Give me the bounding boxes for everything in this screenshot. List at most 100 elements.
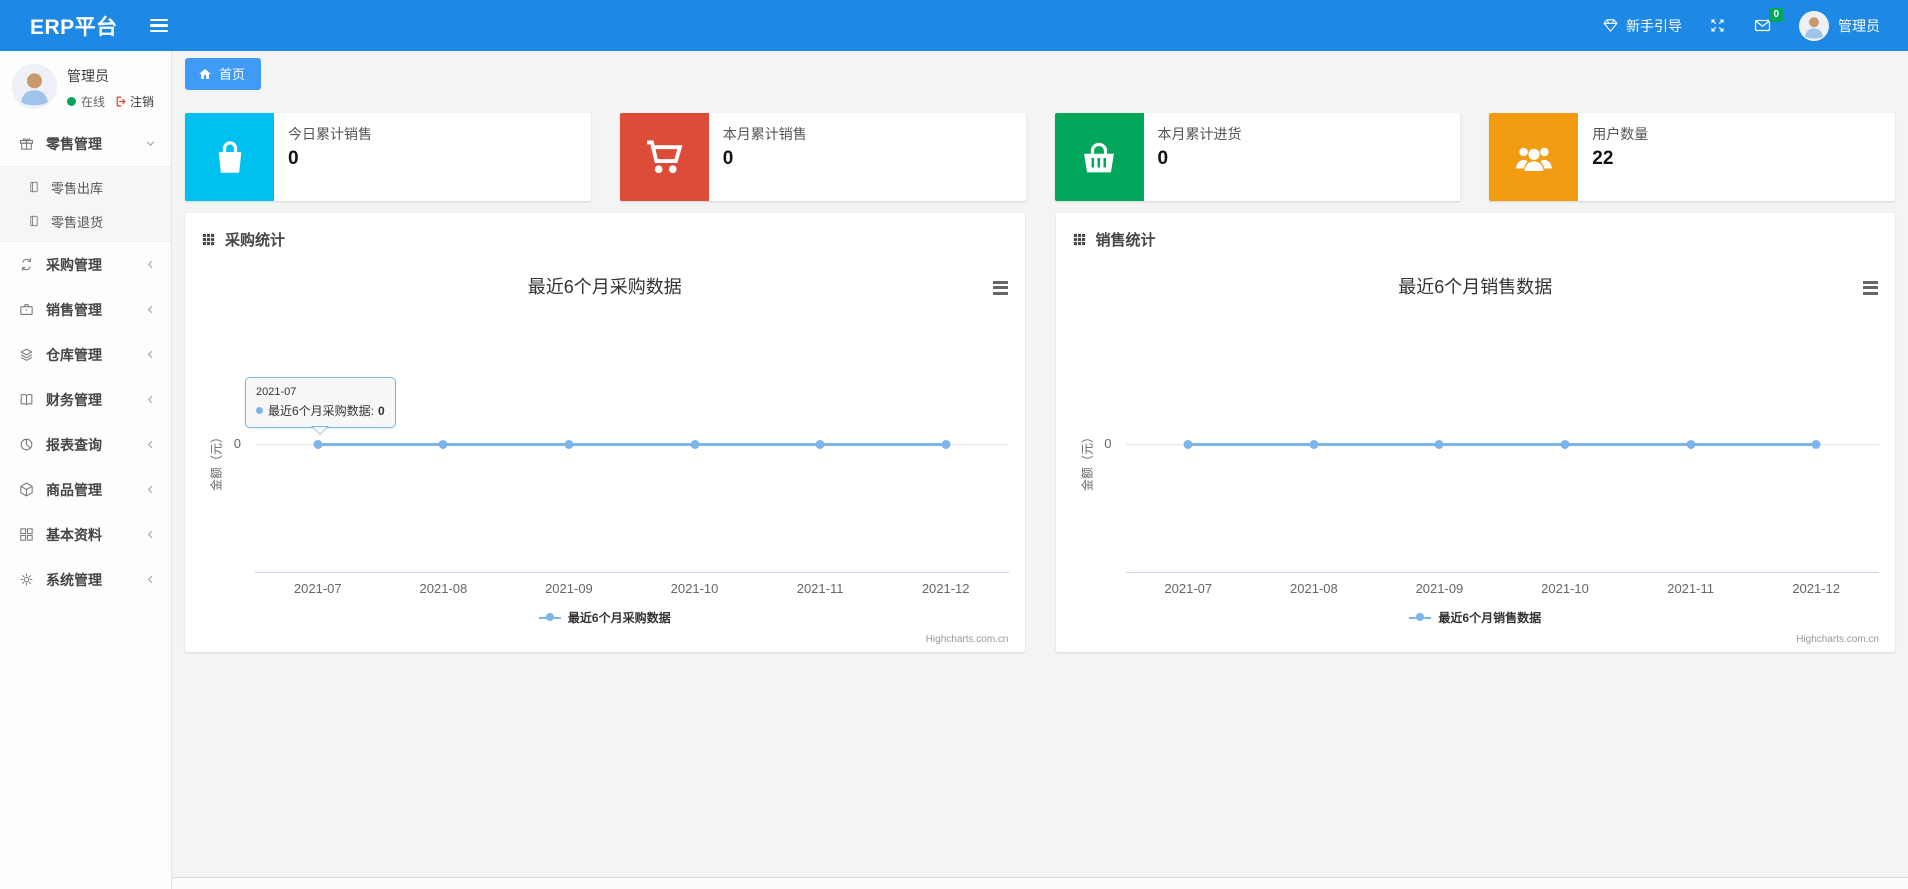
stat-card-month-sales: 本月累计销售 0	[619, 113, 1026, 201]
sidebar: 管理员 在线 注销 零售管理 零售出库 零售退货 采购管理 销售管理 仓库管理 …	[0, 51, 172, 889]
stat-card-label: 今日累计销售	[288, 126, 372, 142]
user-avatar	[1799, 10, 1829, 41]
data-point	[941, 440, 951, 449]
chevron-left-icon	[144, 483, 157, 496]
sign-out-icon	[116, 96, 126, 107]
data-point	[438, 440, 448, 449]
chart-context-menu-button[interactable]	[1863, 278, 1878, 297]
footer-divider	[172, 877, 1908, 889]
message-count-badge: 0	[1769, 8, 1783, 22]
tab-home-label: 首页	[219, 67, 246, 82]
sidebar-item-system[interactable]: 系统管理	[0, 557, 171, 602]
sidebar-item-reports[interactable]: 报表查询	[0, 422, 171, 467]
sidebar-user-panel: 管理员 在线 注销	[0, 51, 171, 121]
grid-icon	[18, 526, 36, 543]
chevron-left-icon	[144, 573, 157, 586]
stat-card-value: 22	[1592, 148, 1614, 169]
pie-chart-icon	[18, 436, 36, 453]
messages-button[interactable]: 0	[1753, 8, 1783, 34]
purchase-chart: 最近6个月采购数据 金额（元） 0 2021-07 最近6个月采购数据: 0 2…	[185, 260, 1025, 652]
chevron-left-icon	[144, 303, 157, 316]
sidebar-item-finance[interactable]: 财务管理	[0, 377, 171, 422]
stat-card-user-count: 用户数量 22	[1489, 113, 1895, 201]
tooltip-value: 0	[378, 403, 385, 418]
stat-card-label: 本月累计销售	[722, 126, 807, 142]
gear-icon	[18, 571, 36, 588]
loop-icon	[18, 256, 36, 273]
file-icon	[27, 180, 42, 194]
legend-marker-icon	[1409, 613, 1432, 622]
gem-icon	[1602, 17, 1619, 34]
box-icon	[18, 481, 36, 498]
home-icon	[198, 67, 212, 81]
navbar-right: 新手引导 0 管理员	[1602, 8, 1880, 41]
book-icon	[18, 391, 36, 408]
file-icon	[27, 214, 42, 228]
sidebar-item-purchase[interactable]: 采购管理	[0, 242, 171, 287]
x-axis-line	[255, 572, 1009, 573]
x-axis-labels: 2021-07 2021-08 2021-09 2021-10 2021-11 …	[293, 581, 970, 596]
sidebar-item-retail[interactable]: 零售管理	[0, 121, 171, 166]
chart-context-menu-button[interactable]	[992, 278, 1008, 297]
chevron-left-icon	[144, 528, 157, 541]
x-axis-line	[1125, 572, 1879, 573]
online-status-dot	[67, 97, 76, 106]
guide-link[interactable]: 新手引导	[1602, 16, 1682, 36]
sidebar-item-sales[interactable]: 销售管理	[0, 287, 171, 332]
chart-tooltip: 2021-07 最近6个月采购数据: 0	[245, 377, 396, 435]
chart-panels-row: 采购统计 最近6个月采购数据 金额（元） 0 2021-07 最近6个月采购数据…	[185, 213, 1895, 652]
x-axis-labels: 2021-07 2021-08 2021-09 2021-10 2021-11 …	[1164, 581, 1841, 596]
main-content: 首页 今日累计销售 0 本月累计销售 0 本月累计进货 0 用户数量 22 采购…	[172, 51, 1908, 877]
legend-label: 最近6个月采购数据	[567, 611, 671, 625]
data-point	[1560, 440, 1570, 449]
y-axis-tick: 0	[233, 436, 241, 451]
sales-stats-panel: 销售统计 最近6个月销售数据 金额（元） 0 2021-07 2021-08 2…	[1055, 213, 1896, 652]
shopping-basket-icon	[1054, 113, 1144, 201]
chevron-left-icon	[144, 438, 157, 451]
data-point	[1434, 440, 1444, 449]
app-logo[interactable]: ERP平台	[30, 11, 118, 41]
users-icon	[1489, 113, 1579, 201]
sidebar-item-retail-return[interactable]: 零售退货	[0, 204, 171, 238]
sidebar-user-name: 管理员	[67, 68, 109, 84]
chart-title: 最近6个月销售数据	[1398, 277, 1553, 297]
chevron-left-icon	[144, 348, 157, 361]
briefcase-icon	[18, 301, 36, 318]
chevron-left-icon	[144, 393, 157, 406]
highcharts-credits[interactable]: Highcharts.com.cn	[1796, 634, 1879, 645]
sidebar-toggle-button[interactable]	[144, 10, 174, 42]
fullscreen-button[interactable]	[1709, 17, 1726, 34]
logout-link[interactable]: 注销	[114, 93, 154, 110]
sidebar-user-avatar	[12, 64, 57, 109]
stat-card-value: 0	[1157, 148, 1169, 169]
chart-title: 最近6个月采购数据	[527, 277, 682, 297]
purchase-stats-panel: 采购统计 最近6个月采购数据 金额（元） 0 2021-07 最近6个月采购数据…	[185, 213, 1025, 652]
stat-card-month-purchase: 本月累计进货 0	[1054, 113, 1461, 201]
data-point	[690, 440, 700, 449]
chart-legend[interactable]: 最近6个月采购数据	[185, 609, 1025, 626]
sidebar-item-products[interactable]: 商品管理	[0, 467, 171, 512]
navbar-user-menu[interactable]: 管理员	[1799, 10, 1880, 41]
chart-legend[interactable]: 最近6个月销售数据	[1056, 609, 1896, 626]
data-point	[1686, 440, 1696, 449]
sidebar-menu: 零售管理 零售出库 零售退货 采购管理 销售管理 仓库管理 财务管理 报表查询 …	[0, 121, 171, 602]
chevron-left-icon	[144, 258, 157, 271]
gift-icon	[18, 135, 36, 152]
top-navbar: ERP平台 新手引导 0 管理员	[0, 0, 1908, 51]
stat-cards-row: 今日累计销售 0 本月累计销售 0 本月累计进货 0 用户数量 22	[185, 113, 1895, 201]
th-grid-icon	[1072, 232, 1087, 247]
tab-home[interactable]: 首页	[185, 58, 262, 90]
tooltip-header: 2021-07	[256, 386, 297, 398]
navbar-user-name: 管理员	[1838, 17, 1880, 34]
tooltip-label: 最近6个月采购数据:	[268, 404, 375, 418]
sidebar-item-retail-outbound[interactable]: 零售出库	[0, 170, 171, 204]
sidebar-item-warehouse[interactable]: 仓库管理	[0, 332, 171, 377]
highcharts-credits[interactable]: Highcharts.com.cn	[926, 634, 1009, 645]
sidebar-item-basic-data[interactable]: 基本资料	[0, 512, 171, 557]
online-status-label: 在线	[81, 95, 106, 109]
stat-card-value: 0	[288, 148, 299, 169]
layers-icon	[18, 346, 36, 363]
y-axis-tick: 0	[1104, 436, 1112, 451]
tooltip-series-dot	[256, 407, 263, 414]
stat-card-today-sales: 今日累计销售 0	[185, 113, 591, 201]
